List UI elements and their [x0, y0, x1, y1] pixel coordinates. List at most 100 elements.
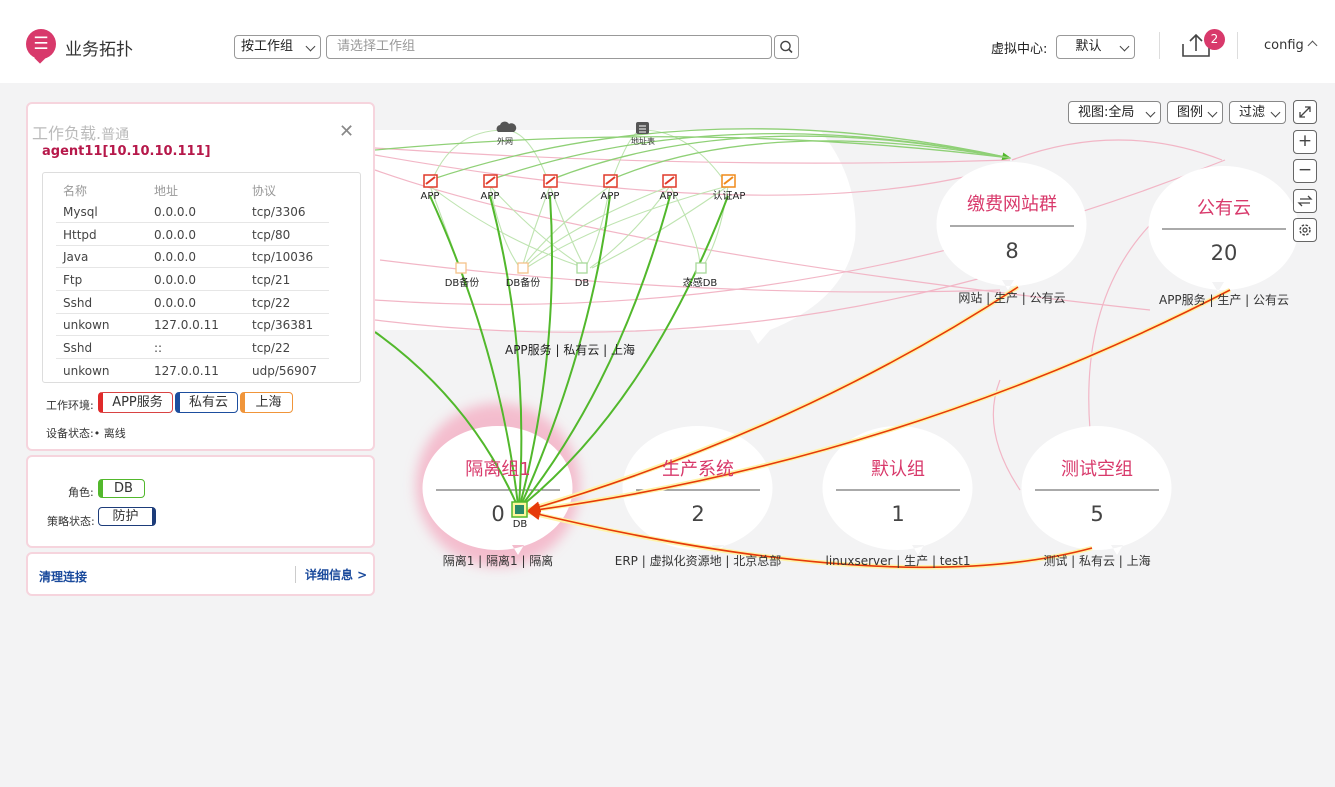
virtual-center-value: 默认	[1075, 39, 1102, 54]
minus-icon: −	[1297, 160, 1313, 180]
virtual-center-select[interactable]: 默认	[1056, 35, 1135, 59]
group-name[interactable]: 隔离组1	[465, 459, 530, 480]
cell-protocol: tcp/22	[252, 296, 291, 310]
swap-button[interactable]	[1293, 189, 1317, 213]
table-row: Httpd 0.0.0.0 tcp/80	[56, 224, 329, 246]
virtual-center-label: 虚拟中心:	[991, 42, 1048, 57]
cell-protocol: tcp/10036	[252, 250, 314, 264]
selected-node-label: DB	[513, 519, 528, 530]
selected-db-node[interactable]	[511, 501, 528, 518]
chevron-down-icon	[305, 41, 316, 52]
expand-icon	[1299, 106, 1311, 118]
group-name[interactable]: 公有云	[1197, 198, 1251, 219]
cell-protocol: tcp/80	[252, 228, 291, 242]
column-header: 地址	[154, 184, 179, 198]
cell-protocol: tcp/21	[252, 273, 291, 287]
cloud-icon[interactable]	[496, 121, 517, 132]
group-tags: 网站 | 生产 | 公有云	[958, 291, 1065, 305]
divider	[1159, 32, 1160, 59]
group-tags: APP服务 | 生产 | 公有云	[1159, 292, 1289, 307]
address-table-label: 地址表	[631, 136, 655, 146]
role-tag: DB	[98, 479, 145, 498]
group-count: 1	[891, 502, 904, 526]
group-count: 5	[1090, 502, 1103, 526]
role-panel: 角色: DB 策略状态: 防护	[26, 455, 375, 548]
app-node-label: APP	[660, 191, 679, 202]
table-row: unkown 127.0.0.11 tcp/36381	[56, 314, 329, 336]
group-name[interactable]: 缴费网站群	[967, 194, 1057, 215]
group-name[interactable]: 默认组	[871, 459, 925, 480]
clear-connections-link[interactable]: 清理连接	[39, 568, 87, 585]
settings-button[interactable]	[1293, 218, 1317, 242]
top-bar: ☰ 业务拓扑 按工作组 请选择工作组 虚拟中心: 默认 2 config	[0, 0, 1335, 83]
group-type-select[interactable]: 按工作组	[234, 35, 321, 59]
group-count: 0	[491, 502, 504, 526]
cell-protocol: tcp/36381	[252, 318, 314, 332]
app-node-label: APP	[541, 191, 560, 202]
detail-info-link[interactable]: 详细信息 >	[295, 566, 367, 583]
policy-tag: 防护	[98, 507, 156, 526]
cell-protocol: udp/56907	[252, 364, 318, 378]
env-tag-location: 上海	[240, 392, 293, 413]
chevron-up-icon[interactable]	[1307, 40, 1318, 51]
external-net-label: 外网	[497, 136, 513, 146]
chevron-down-icon	[1119, 41, 1130, 52]
app-node-label: 认证AP	[713, 189, 746, 202]
app-node-label: APP	[601, 191, 620, 202]
group-count: 20	[1211, 241, 1238, 265]
fullscreen-button[interactable]	[1293, 100, 1317, 124]
list-icon[interactable]	[636, 122, 649, 134]
group-tags: linuxserver | 生产 | test1	[826, 554, 971, 568]
plus-icon: +	[1297, 131, 1313, 151]
legend-select-value: 图例	[1177, 105, 1204, 120]
env-tag-cloud: 私有云	[175, 392, 238, 413]
legend-select[interactable]: 图例	[1167, 101, 1223, 124]
cell-address: 127.0.0.11	[154, 364, 219, 378]
cell-address: ::	[154, 341, 163, 355]
zoom-out-button[interactable]: −	[1293, 159, 1317, 183]
group-count: 2	[691, 502, 704, 526]
group-type-select-value: 按工作组	[241, 39, 294, 54]
workload-title: 工作负载.普通	[32, 120, 129, 144]
group-count: 8	[1005, 239, 1018, 263]
view-select[interactable]: 视图:全局	[1068, 101, 1161, 124]
table-row: Mysql 0.0.0.0 tcp/3306	[56, 201, 329, 223]
group-tags: ERP | 虚拟化资源地 | 北京总部	[615, 553, 782, 568]
group-tags: 隔离1 | 隔离1 | 隔离	[443, 553, 554, 568]
db-node-label: DB	[575, 278, 590, 289]
agent-name: agent11[10.10.10.111]	[42, 144, 211, 159]
filter-select[interactable]: 过滤	[1229, 101, 1286, 124]
cell-address: 0.0.0.0	[154, 250, 196, 264]
cell-name: unkown	[63, 318, 110, 332]
actions-panel: 清理连接 详细信息 >	[26, 552, 375, 596]
group-name[interactable]: 测试空组	[1061, 459, 1133, 480]
cell-address: 0.0.0.0	[154, 205, 196, 219]
search-button[interactable]	[774, 35, 799, 59]
db-node-label: DB备份	[506, 276, 541, 289]
group-name[interactable]: 生产系统	[662, 459, 734, 480]
device-status-value: • 离线	[93, 427, 126, 440]
table-row: Java 0.0.0.0 tcp/10036	[56, 246, 329, 268]
workload-subtitle: 普通	[101, 127, 130, 143]
service-table: 名称 地址 协议 Mysql 0.0.0.0 tcp/3306 Httpd 0.…	[42, 172, 361, 383]
table-row: Ftp 0.0.0.0 tcp/21	[56, 269, 329, 291]
workload-title-text: 工作负载.	[32, 124, 102, 143]
page-title: 业务拓扑	[65, 40, 133, 60]
device-status-label: 设备状态:	[46, 427, 94, 440]
env-tag-app: APP服务	[98, 392, 173, 413]
db-node-label: 态感DB	[683, 276, 718, 289]
gear-icon	[1299, 224, 1311, 236]
cell-name: Java	[63, 250, 89, 264]
user-menu[interactable]: config	[1264, 38, 1304, 53]
cell-address: 127.0.0.11	[154, 318, 219, 332]
env-label: 工作环境:	[46, 399, 94, 412]
divider	[1237, 32, 1238, 59]
workgroup-search-input[interactable]: 请选择工作组	[326, 35, 772, 59]
role-label: 角色:	[68, 486, 94, 499]
zoom-in-button[interactable]: +	[1293, 130, 1317, 154]
close-icon[interactable]: ✕	[339, 121, 354, 142]
policy-label: 策略状态:	[47, 515, 95, 528]
notification-badge: 2	[1204, 29, 1225, 50]
cell-protocol: tcp/3306	[252, 205, 306, 219]
cell-protocol: tcp/22	[252, 341, 291, 355]
